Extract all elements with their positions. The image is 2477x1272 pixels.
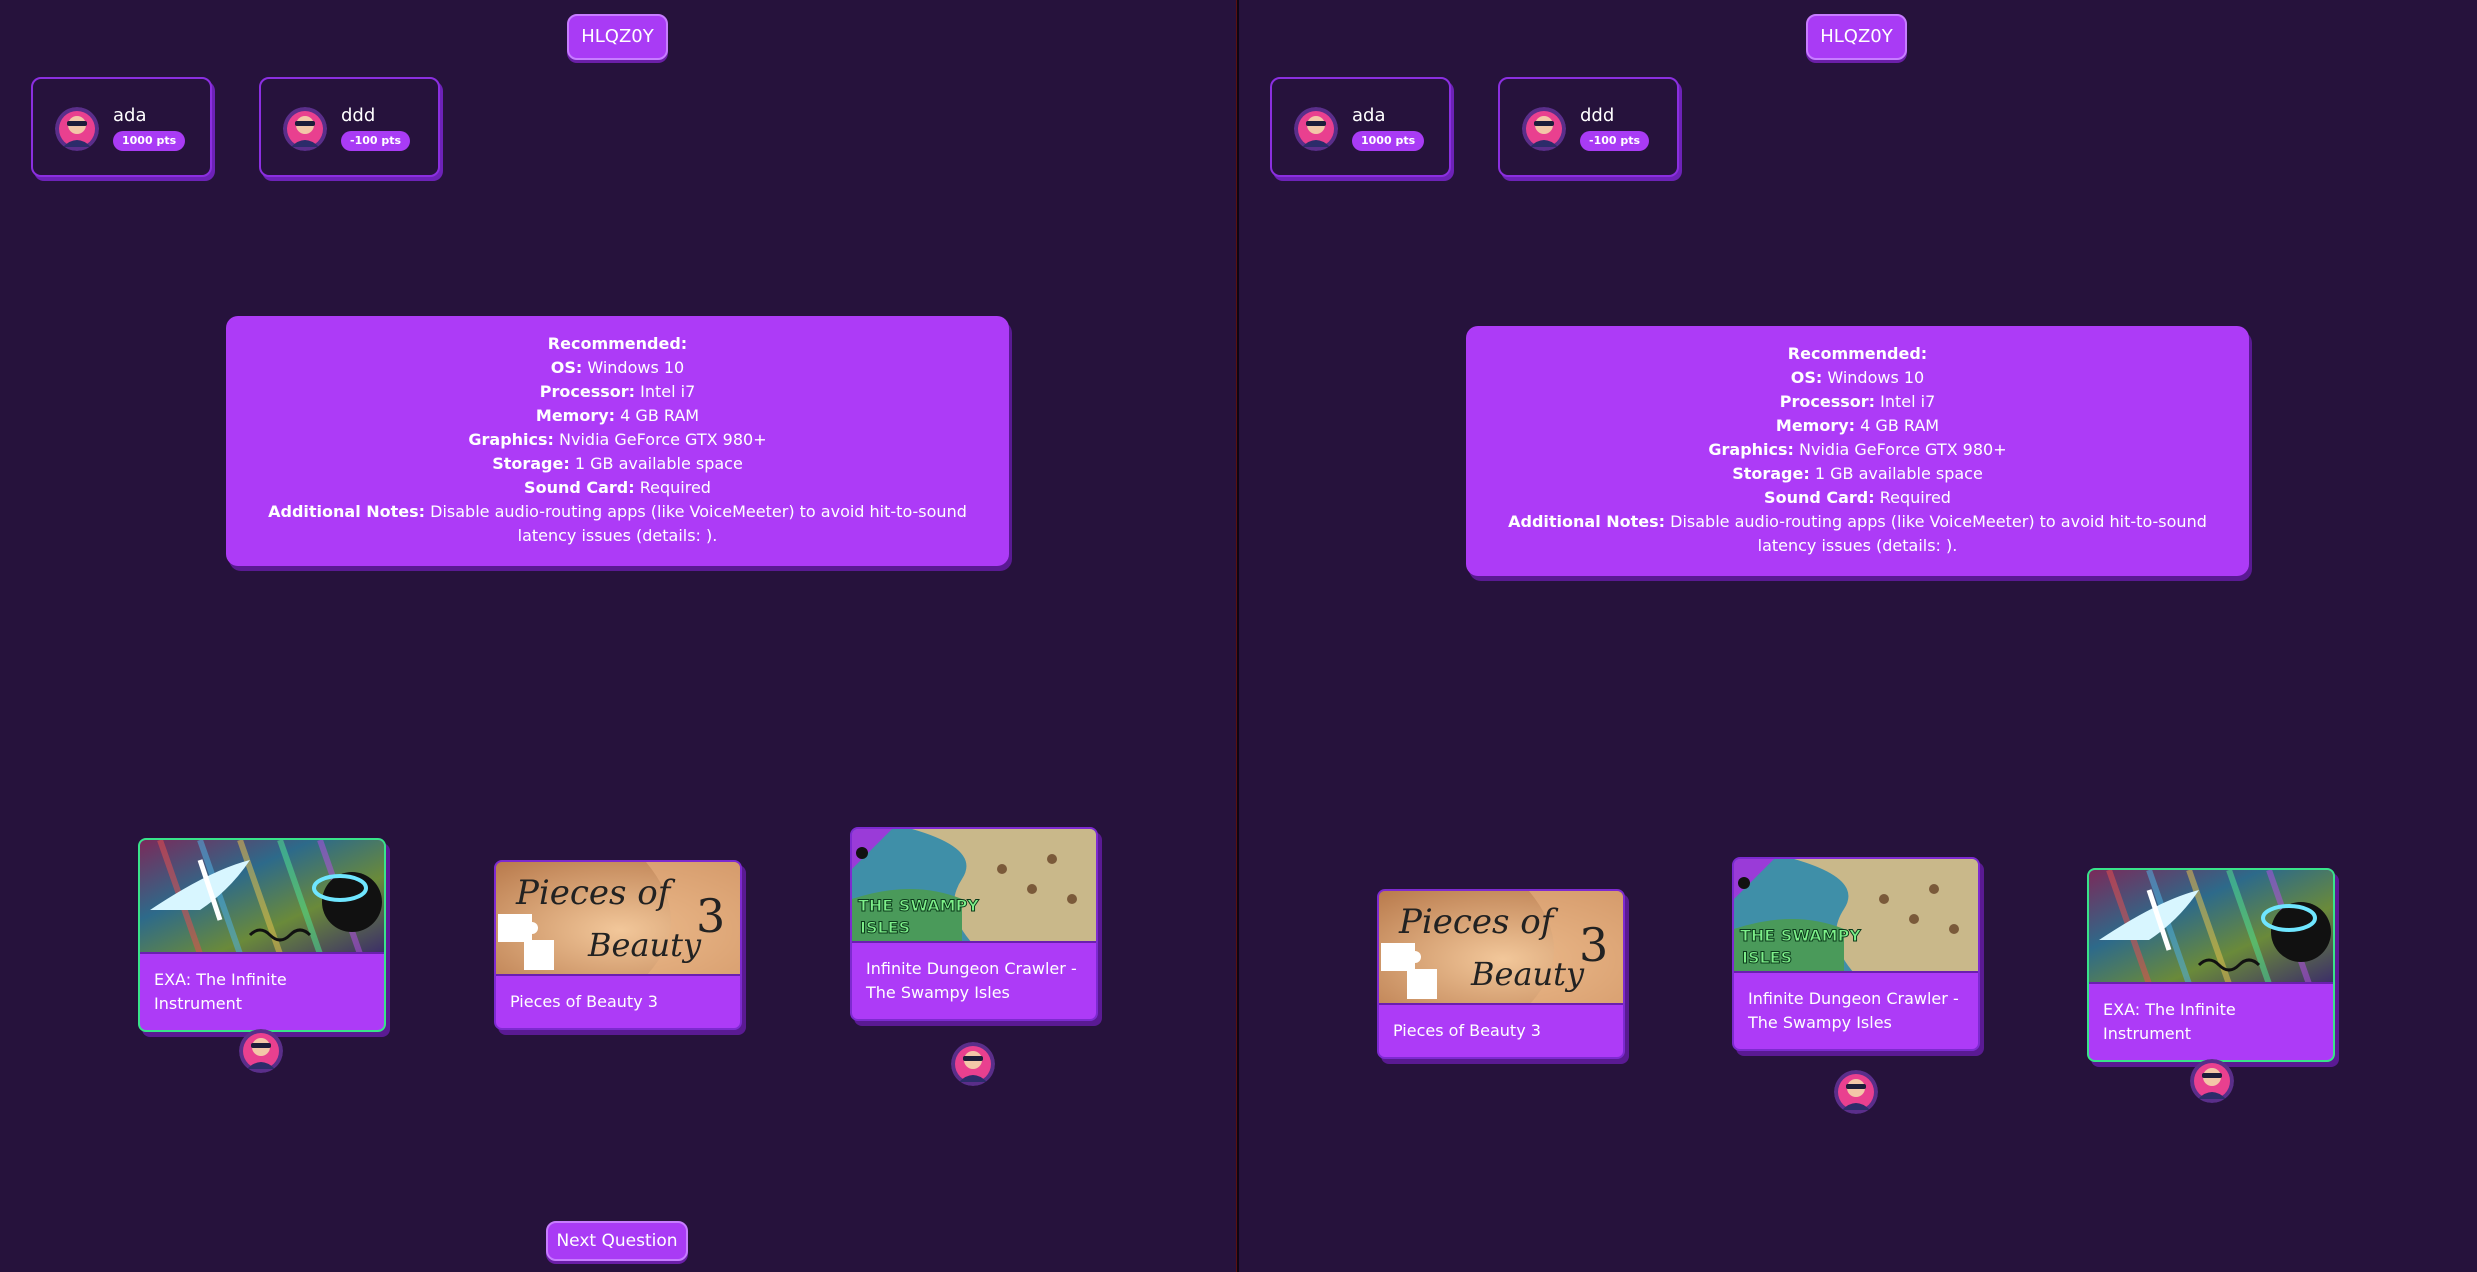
player-points-badge: -100 pts (341, 131, 411, 151)
req-recommended: Recommended: (1787, 344, 1928, 363)
avatar (1294, 107, 1338, 151)
player-card-ddd: ddd -100 pts (259, 77, 440, 177)
game-art-pieces-of-beauty: Pieces of Beauty 3 (496, 862, 740, 976)
art-title-line1: THE SWAMPY (858, 896, 979, 915)
req-memory: Memory: 4 GB RAM (535, 406, 700, 425)
player-name: ada (113, 105, 147, 126)
req-storage: Storage: 1 GB available space (1732, 464, 1983, 483)
req-os: OS: Windows 10 (550, 358, 685, 377)
game-art-exa (140, 840, 384, 954)
game-title: Infinite Dungeon Crawler - The Swampy Is… (1748, 989, 1959, 1032)
req-additional-notes: Additional Notes: Disable audio-routing … (1508, 512, 2207, 555)
req-graphics: Graphics: Nvidia GeForce GTX 980+ (1708, 440, 2007, 459)
player-card-ada: ada 1000 pts (1270, 77, 1451, 177)
req-storage: Storage: 1 GB available space (492, 454, 743, 473)
host-view: HLQZ0Y ada 1000 pts ddd -100 pts Recomme… (0, 0, 1236, 1272)
req-recommended: Recommended: (547, 334, 688, 353)
answer-card-exa[interactable]: EXA: The Infinite Instrument (138, 838, 386, 1032)
req-additional-notes: Additional Notes: Disable audio-routing … (268, 502, 967, 545)
art-title-line1: Pieces of (515, 873, 676, 913)
game-title: Infinite Dungeon Crawler - The Swampy Is… (866, 959, 1077, 1002)
avatar (55, 107, 99, 151)
req-processor: Processor: Intel i7 (539, 382, 696, 401)
player-name: ddd (1580, 105, 1615, 126)
next-question-button[interactable]: Next Question (546, 1221, 688, 1261)
avatar (283, 107, 327, 151)
art-title-number: 3 (696, 889, 725, 943)
req-memory: Memory: 4 GB RAM (1775, 416, 1940, 435)
art-title-line2: Beauty (587, 926, 702, 964)
player-name: ddd (341, 105, 376, 126)
art-title-line2: Beauty (1470, 955, 1585, 993)
vote-avatar (2190, 1059, 2234, 1103)
player-card-ada: ada 1000 pts (31, 77, 212, 177)
avatar (1522, 107, 1566, 151)
art-title-number: 3 (1579, 918, 1608, 972)
vote-avatar (951, 1042, 995, 1086)
req-sound-card: Sound Card: Required (1764, 488, 1951, 507)
req-sound-card: Sound Card: Required (524, 478, 711, 497)
player-card-ddd: ddd -100 pts (1498, 77, 1679, 177)
art-title-line2: ISLES (860, 918, 910, 937)
game-art-infinite-dungeon-crawler: THE SWAMPY ISLES (1734, 859, 1978, 973)
player-points-badge: -100 pts (1580, 131, 1650, 151)
room-code: HLQZ0Y (567, 14, 668, 60)
player-view: HLQZ0Y ada 1000 pts ddd -100 pts Recomme… (1239, 0, 2475, 1272)
game-title: Pieces of Beauty 3 (1393, 1021, 1541, 1040)
player-points-badge: 1000 pts (113, 131, 186, 151)
game-title: EXA: The Infinite Instrument (154, 970, 287, 1013)
answer-card-infinite-dungeon-crawler[interactable]: THE SWAMPY ISLES Infinite Dungeon Crawler… (1732, 857, 1980, 1051)
game-title: Pieces of Beauty 3 (510, 992, 658, 1011)
art-title-line1: THE SWAMPY (1740, 926, 1861, 945)
player-points-badge: 1000 pts (1352, 131, 1425, 151)
room-code: HLQZ0Y (1806, 14, 1907, 60)
player-name: ada (1352, 105, 1386, 126)
answer-card-pieces-of-beauty[interactable]: Pieces of Beauty 3 Pieces of Beauty 3 (1377, 889, 1625, 1059)
art-title-line1: Pieces of (1398, 902, 1559, 942)
game-art-infinite-dungeon-crawler: THE SWAMPY ISLES (852, 829, 1096, 943)
art-title-line2: ISLES (1742, 948, 1792, 967)
game-art-pieces-of-beauty: Pieces of Beauty 3 (1379, 891, 1623, 1005)
vote-avatar (1834, 1070, 1878, 1114)
game-title: EXA: The Infinite Instrument (2103, 1000, 2236, 1043)
answer-card-exa[interactable]: EXA: The Infinite Instrument (2087, 868, 2335, 1062)
req-processor: Processor: Intel i7 (1779, 392, 1936, 411)
answer-card-infinite-dungeon-crawler[interactable]: THE SWAMPY ISLES Infinite Dungeon Crawler… (850, 827, 1098, 1021)
system-requirements-panel: Recommended: OS: Windows 10 Processor: I… (1466, 326, 2249, 576)
req-os: OS: Windows 10 (1790, 368, 1925, 387)
system-requirements-panel: Recommended: OS: Windows 10 Processor: I… (226, 316, 1009, 566)
game-art-exa (2089, 870, 2333, 984)
answer-card-pieces-of-beauty[interactable]: Pieces of Beauty 3 Pieces of Beauty 3 (494, 860, 742, 1030)
req-graphics: Graphics: Nvidia GeForce GTX 980+ (468, 430, 767, 449)
vote-avatar (239, 1029, 283, 1073)
